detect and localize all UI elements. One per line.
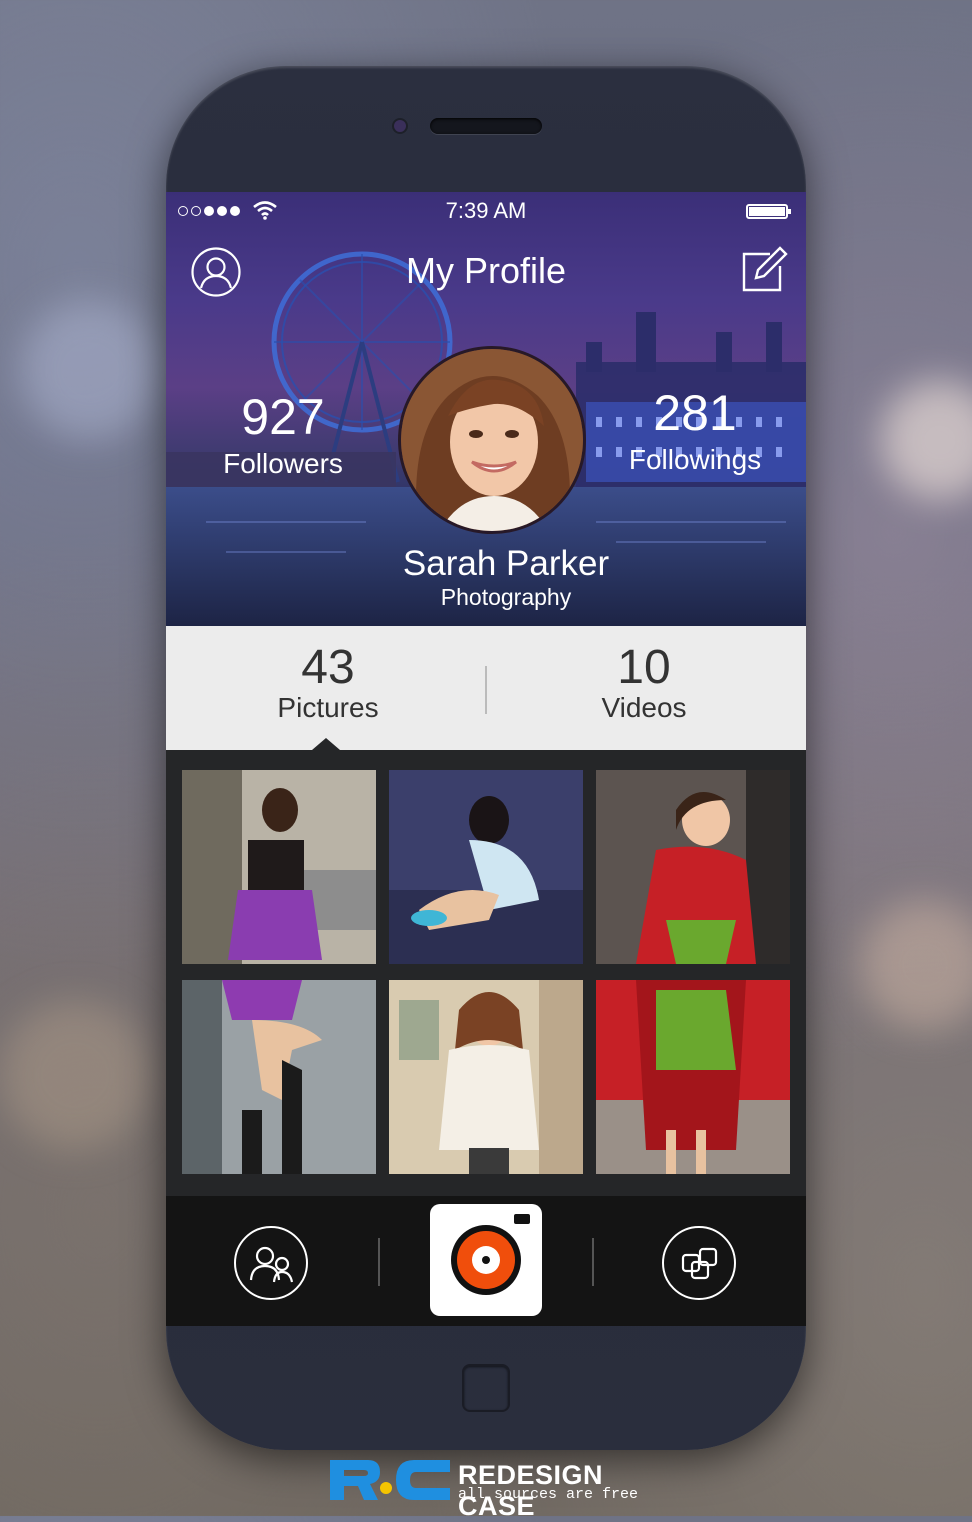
nav-separator — [592, 1238, 594, 1286]
phone-frame: 7:39 AM My Profile 927 Followers 281 Fol… — [166, 66, 806, 1450]
camera-button[interactable] — [430, 1204, 542, 1316]
background-bokeh — [0, 1000, 150, 1150]
clock: 7:39 AM — [445, 198, 527, 223]
battery-icon — [746, 204, 791, 219]
photo-grid — [166, 750, 806, 1196]
photo-thumbnail[interactable] — [182, 980, 376, 1174]
friends-icon — [249, 1246, 294, 1283]
photo-thumbnail[interactable] — [596, 980, 790, 1174]
background-bokeh — [860, 900, 972, 1030]
selected-tab-indicator — [312, 738, 340, 750]
gallery-icon — [681, 1247, 718, 1280]
pictures-count: 43 — [301, 641, 355, 694]
user-role: Photography — [440, 584, 572, 610]
videos-label: Videos — [601, 692, 687, 723]
photo-thumbnail[interactable] — [182, 770, 376, 964]
camera-icon — [451, 1214, 530, 1295]
brand-watermark: REDESIGN CASE all sources are free — [328, 1458, 658, 1521]
photo-thumbnail[interactable] — [389, 770, 583, 964]
photo-thumbnail[interactable] — [389, 980, 583, 1174]
gallery-button[interactable] — [662, 1226, 736, 1300]
friends-button[interactable] — [234, 1226, 308, 1300]
photo-thumbnail[interactable] — [596, 770, 790, 964]
followers-label[interactable]: Followers — [206, 448, 360, 480]
brand-logo — [330, 1460, 450, 1500]
earpiece-speaker — [430, 118, 542, 134]
pictures-label: Pictures — [277, 692, 379, 723]
bottom-nav — [166, 1196, 806, 1326]
status-bar: 7:39 AM — [166, 192, 806, 228]
tab-videos[interactable]: 10 Videos — [484, 626, 804, 750]
profile-header: 7:39 AM My Profile 927 Followers 281 Fol… — [166, 192, 806, 626]
videos-count: 10 — [617, 641, 671, 694]
background-bokeh — [880, 380, 972, 500]
front-camera — [394, 120, 406, 132]
page-title: My Profile — [405, 250, 567, 291]
tab-pictures[interactable]: 43 Pictures — [168, 626, 488, 750]
avatar[interactable] — [398, 346, 586, 534]
media-tabs: 43 Pictures 10 Videos — [166, 626, 806, 750]
app-screen: 7:39 AM My Profile 927 Followers 281 Fol… — [166, 192, 806, 1326]
home-button[interactable] — [462, 1364, 510, 1412]
followings-count: 281 — [653, 385, 737, 441]
edit-icon[interactable] — [740, 244, 790, 294]
brand-tagline: all sources are free — [458, 1486, 639, 1503]
followers-count: 927 — [241, 389, 325, 445]
nav-separator — [378, 1238, 380, 1286]
background-bokeh — [20, 300, 160, 440]
user-name: Sarah Parker — [402, 544, 610, 583]
followings-label[interactable]: Followings — [610, 444, 780, 476]
